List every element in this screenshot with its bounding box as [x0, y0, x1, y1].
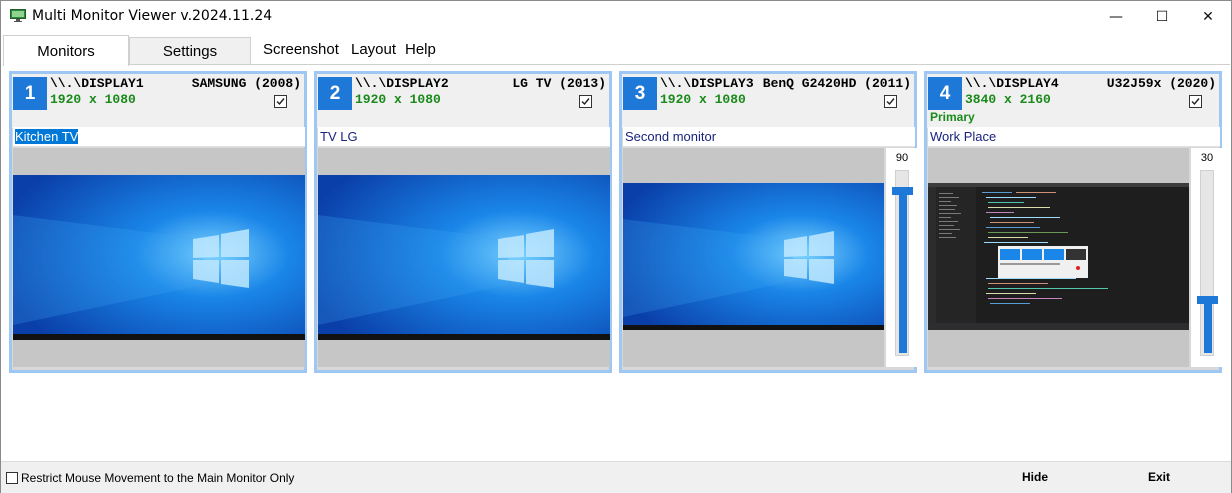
monitor-name-text: Kitchen TV	[15, 129, 79, 144]
monitor-enabled-checkbox[interactable]	[884, 95, 897, 108]
monitor-panel-4[interactable]: 4 \\.\DISPLAY4 3840 x 2160 Primary U32J5…	[924, 71, 1223, 373]
monitor-name-field[interactable]: Kitchen TV	[13, 127, 305, 147]
checkmark-icon	[581, 98, 590, 106]
display-id: \\.\DISPLAY4	[965, 76, 1059, 91]
display-model: SAMSUNG (2008)	[191, 76, 301, 91]
close-button[interactable]: ✕	[1185, 1, 1231, 32]
window-title: Multi Monitor Viewer v.2024.11.24	[32, 8, 273, 24]
monitor-name-text: Work Place	[930, 129, 997, 144]
restrict-mouse-label[interactable]: Restrict Mouse Movement to the Main Moni…	[21, 471, 294, 485]
slider-value: 30	[1200, 152, 1214, 164]
slider-value: 90	[895, 152, 909, 164]
display-resolution: 1920 x 1080	[50, 92, 136, 107]
windows-wallpaper-preview	[13, 175, 305, 340]
monitor-panel-1[interactable]: 1 \\.\DISPLAY1 1920 x 1080 SAMSUNG (2008…	[9, 71, 307, 373]
checkmark-icon	[886, 98, 895, 106]
monitor-number-badge: 1	[13, 77, 47, 110]
monitor-preview[interactable]	[13, 148, 305, 367]
monitor-preview[interactable]	[318, 148, 610, 367]
bottom-bar: Restrict Mouse Movement to the Main Moni…	[1, 461, 1231, 493]
code-editor-screenshot-preview	[928, 183, 1189, 330]
monitor-header: 4 \\.\DISPLAY4 3840 x 2160 Primary U32J5…	[927, 74, 1219, 128]
monitor-name-text: Second monitor	[625, 129, 717, 144]
display-resolution: 1920 x 1080	[355, 92, 441, 107]
monitor-number-badge: 4	[928, 77, 962, 110]
display-id: \\.\DISPLAY3	[660, 76, 754, 91]
opacity-slider-panel: 90	[885, 148, 918, 367]
display-resolution: 3840 x 2160	[965, 92, 1051, 107]
hide-button[interactable]: Hide	[1022, 470, 1048, 484]
menu-layout[interactable]: Layout	[351, 41, 396, 58]
display-id: \\.\DISPLAY2	[355, 76, 449, 91]
windows-wallpaper-preview	[318, 175, 610, 340]
monitor-enabled-checkbox[interactable]	[274, 95, 287, 108]
monitor-preview[interactable]	[928, 148, 1189, 367]
monitor-header: 1 \\.\DISPLAY1 1920 x 1080 SAMSUNG (2008…	[12, 74, 304, 128]
tab-monitors[interactable]: Monitors	[3, 35, 129, 66]
opacity-slider[interactable]	[892, 170, 913, 356]
app-window: Multi Monitor Viewer v.2024.11.24 — ☐ ✕ …	[0, 0, 1232, 493]
monitor-name-field[interactable]: TV LG	[318, 127, 610, 147]
slider-fill	[1204, 298, 1212, 353]
monitor-number-badge: 3	[623, 77, 657, 110]
monitor-name-text: TV LG	[320, 129, 358, 144]
monitor-panel-3[interactable]: 3 \\.\DISPLAY3 1920 x 1080 BenQ G2420HD …	[619, 71, 918, 373]
opacity-slider-panel: 30	[1190, 148, 1223, 367]
checkmark-icon	[276, 98, 285, 106]
opacity-slider[interactable]	[1197, 170, 1218, 356]
slider-thumb[interactable]	[1197, 296, 1218, 304]
menu-help[interactable]: Help	[405, 41, 436, 58]
monitor-enabled-checkbox[interactable]	[579, 95, 592, 108]
monitor-name-field[interactable]: Second monitor	[623, 127, 915, 147]
monitor-header: 3 \\.\DISPLAY3 1920 x 1080 BenQ G2420HD …	[622, 74, 914, 128]
monitor-header: 2 \\.\DISPLAY2 1920 x 1080 LG TV (2013)	[317, 74, 609, 128]
tab-settings[interactable]: Settings	[129, 37, 251, 64]
menu-screenshot[interactable]: Screenshot	[263, 41, 339, 58]
monitor-icon	[10, 9, 26, 22]
slider-thumb[interactable]	[892, 187, 913, 195]
maximize-button[interactable]: ☐	[1139, 1, 1185, 32]
primary-label: Primary	[930, 110, 975, 124]
monitor-preview[interactable]	[623, 148, 884, 367]
display-resolution: 1920 x 1080	[660, 92, 746, 107]
monitor-name-field[interactable]: Work Place	[928, 127, 1220, 147]
title-bar: Multi Monitor Viewer v.2024.11.24 — ☐ ✕	[1, 1, 1231, 32]
display-id: \\.\DISPLAY1	[50, 76, 144, 91]
minimize-button[interactable]: —	[1093, 1, 1139, 32]
monitor-enabled-checkbox[interactable]	[1189, 95, 1202, 108]
display-model: BenQ G2420HD (2011)	[762, 76, 911, 91]
display-model: U32J59x (2020)	[1106, 76, 1216, 91]
monitor-number-badge: 2	[318, 77, 352, 110]
monitor-panel-2[interactable]: 2 \\.\DISPLAY2 1920 x 1080 LG TV (2013) …	[314, 71, 612, 373]
display-model: LG TV (2013)	[512, 76, 606, 91]
exit-button[interactable]: Exit	[1148, 470, 1170, 484]
slider-fill	[899, 189, 907, 353]
windows-wallpaper-preview	[623, 183, 884, 330]
restrict-mouse-checkbox[interactable]	[6, 472, 18, 484]
checkmark-icon	[1191, 98, 1200, 106]
